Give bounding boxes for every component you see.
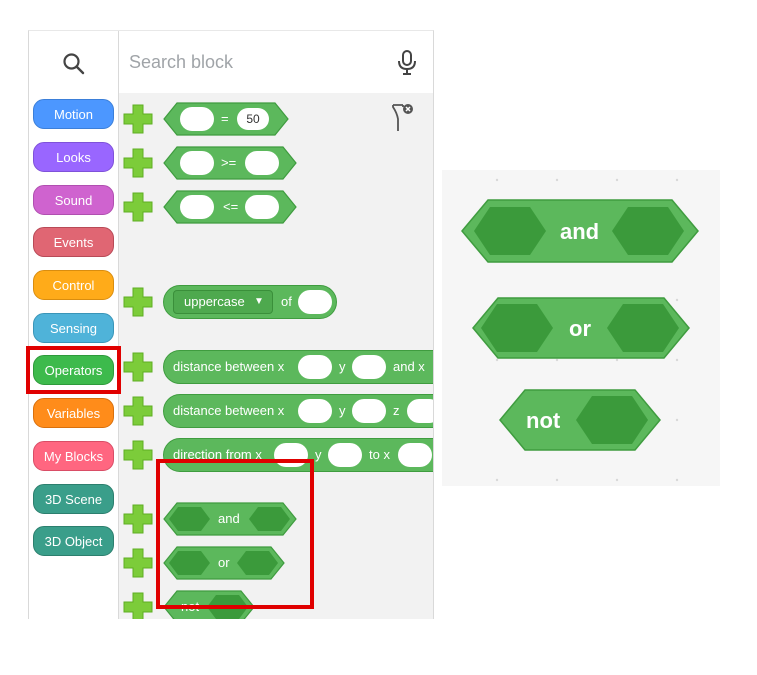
add-block-icon[interactable]: [122, 147, 154, 179]
block-label: z: [393, 403, 400, 418]
zoomed-and-block: and: [460, 198, 700, 264]
category-label: Looks: [56, 149, 91, 165]
block-label: and: [560, 219, 600, 244]
add-block-icon[interactable]: [122, 439, 154, 471]
operator-label: >=: [221, 155, 237, 170]
category-sensing[interactable]: Sensing: [33, 313, 114, 343]
add-block-icon[interactable]: [122, 191, 154, 223]
distance-xy-block[interactable]: distance between x y and x: [163, 350, 433, 384]
block-label: to x: [369, 447, 390, 462]
category-motion[interactable]: Motion: [33, 99, 114, 129]
case-dropdown[interactable]: uppercase ▼: [173, 290, 273, 314]
add-block-icon[interactable]: [122, 547, 154, 579]
microphone-icon[interactable]: [397, 49, 417, 77]
block-label: not: [526, 408, 561, 433]
logic-blocks-highlight: [156, 459, 314, 609]
text-case-block[interactable]: uppercase ▼ of: [163, 285, 337, 319]
category-label: Motion: [53, 106, 94, 122]
block-label: and x: [393, 359, 425, 374]
number-input[interactable]: 50: [237, 108, 269, 130]
operators-highlight: [26, 346, 121, 394]
input-slot[interactable]: [352, 355, 386, 379]
category-label: Control: [52, 277, 95, 293]
operator-label: <=: [223, 199, 239, 214]
search-bar: [119, 31, 433, 93]
input-slot[interactable]: [180, 195, 214, 219]
dropdown-value: uppercase: [184, 294, 245, 309]
input-slot[interactable]: [298, 399, 332, 423]
block-label: y: [339, 359, 346, 374]
add-block-icon[interactable]: [122, 395, 154, 427]
input-slot[interactable]: [352, 399, 386, 423]
category-events[interactable]: Events: [33, 227, 114, 257]
add-block-icon[interactable]: [122, 503, 154, 535]
input-slot[interactable]: [245, 151, 279, 175]
input-slot[interactable]: [180, 107, 214, 131]
block-label: y: [339, 403, 346, 418]
operator-label: =: [221, 111, 229, 126]
add-block-icon[interactable]: [122, 351, 154, 383]
add-block-icon[interactable]: [122, 103, 154, 135]
category-label: 3D Object: [44, 533, 103, 549]
pin-icon[interactable]: [389, 101, 417, 135]
block-label: distance between x: [173, 403, 285, 418]
add-block-icon[interactable]: [122, 591, 154, 619]
input-slot[interactable]: [398, 443, 432, 467]
category-label: Events: [53, 234, 94, 250]
distance-xyz-block[interactable]: distance between x y z: [163, 394, 433, 428]
category-label: 3D Scene: [44, 491, 103, 507]
chevron-down-icon: ▼: [254, 296, 264, 307]
category-looks[interactable]: Looks: [33, 142, 114, 172]
input-slot[interactable]: [298, 290, 332, 314]
search-input[interactable]: [129, 49, 349, 75]
input-slot[interactable]: [180, 151, 214, 175]
category-3d-scene[interactable]: 3D Scene: [33, 484, 114, 514]
equals-block[interactable]: = 50: [163, 102, 289, 136]
input-slot[interactable]: [328, 443, 362, 467]
number-value: 50: [246, 112, 260, 126]
greater-equal-block[interactable]: >=: [163, 146, 297, 180]
category-label: My Blocks: [43, 448, 104, 464]
category-sound[interactable]: Sound: [33, 185, 114, 215]
category-variables[interactable]: Variables: [33, 398, 114, 428]
category-label: Sensing: [50, 320, 97, 336]
input-slot[interactable]: [407, 399, 433, 423]
block-label: or: [569, 316, 591, 341]
input-slot[interactable]: [298, 355, 332, 379]
category-my-blocks[interactable]: My Blocks: [33, 441, 114, 471]
category-3d-object[interactable]: 3D Object: [33, 526, 114, 556]
category-sidebar: Motion Looks Sound Events Control Sensin…: [29, 31, 119, 619]
block-label: of: [281, 294, 292, 309]
zoomed-blocks-panel: and or not: [442, 170, 720, 486]
category-control[interactable]: Control: [33, 270, 114, 300]
zoomed-or-block: or: [471, 296, 691, 360]
input-slot[interactable]: [245, 195, 279, 219]
zoomed-not-block: not: [498, 388, 662, 452]
block-label: y: [315, 447, 322, 462]
category-label: Variables: [46, 405, 101, 421]
block-label: distance between x: [173, 359, 285, 374]
category-label: Sound: [54, 192, 93, 208]
less-equal-block[interactable]: <=: [163, 190, 297, 224]
search-button[interactable]: [29, 31, 118, 93]
search-icon: [63, 53, 85, 75]
add-block-icon[interactable]: [122, 286, 154, 318]
